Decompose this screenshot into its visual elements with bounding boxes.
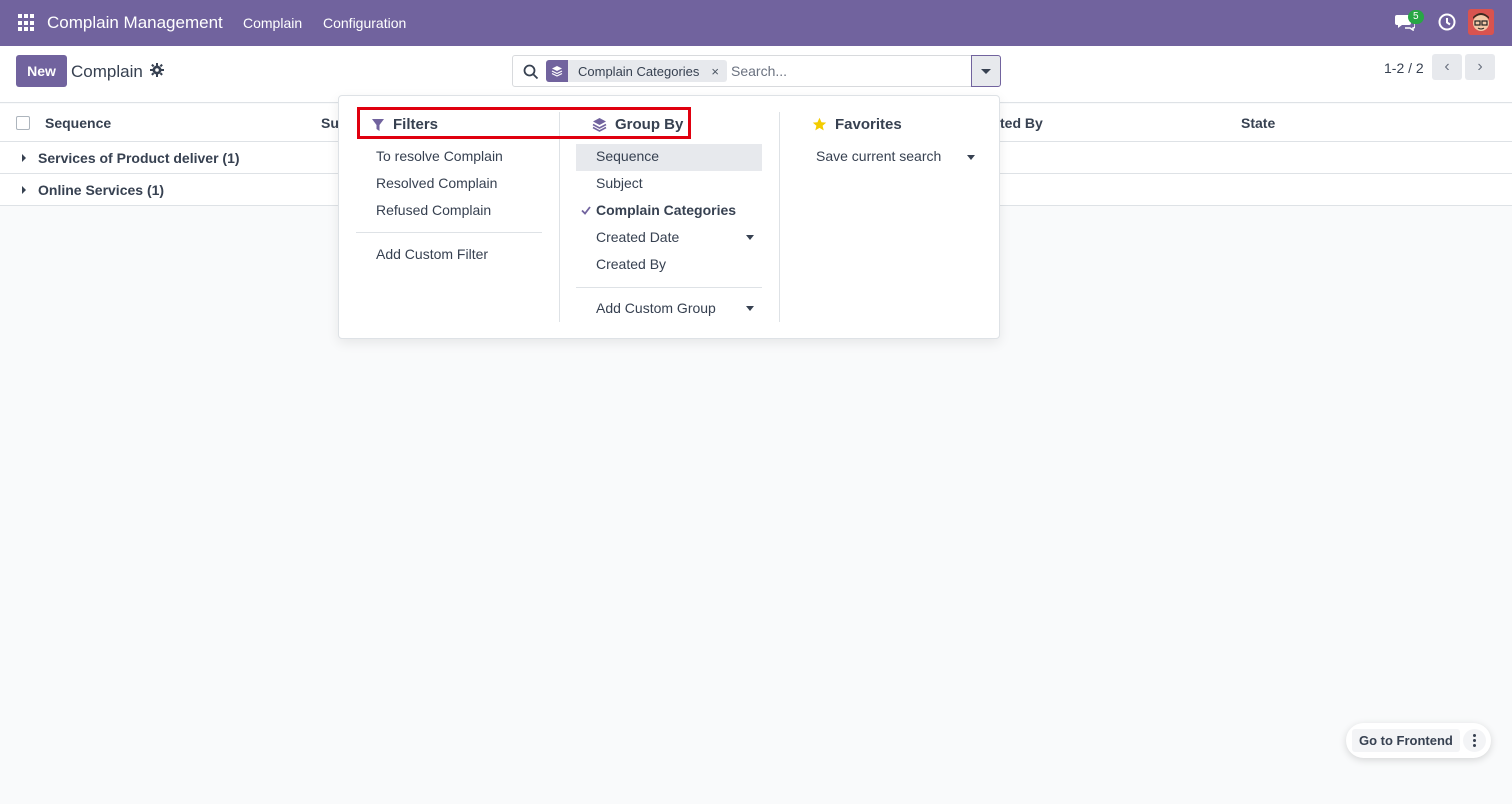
breadcrumb: Complain (71, 62, 143, 81)
facet-label: Complain Categories (578, 63, 700, 79)
group-label: Online Services (1) (38, 182, 165, 198)
groupby-created-date[interactable]: Created Date (596, 229, 679, 245)
pager-value[interactable]: 1-2 / 2 (1384, 60, 1424, 76)
groupby-created-by[interactable]: Created By (596, 256, 666, 272)
groupby-sequence[interactable]: Sequence (576, 144, 762, 171)
menu-complain[interactable]: Complain (243, 15, 302, 31)
layers-icon (592, 118, 607, 132)
caret-down-icon (981, 68, 991, 74)
pager-next-button[interactable]: › (1465, 54, 1495, 80)
apps-grid-icon[interactable] (18, 14, 36, 32)
column-state[interactable]: State (1241, 115, 1275, 131)
groupby-subject[interactable]: Subject (596, 175, 643, 191)
facet-remove-icon[interactable]: × (707, 64, 727, 79)
top-navbar: Complain Management Complain Configurati… (0, 0, 1512, 46)
group-label: Services of Product deliver (1) (38, 150, 240, 166)
select-all-checkbox[interactable] (16, 116, 30, 130)
favorites-title-label: Favorites (835, 116, 902, 133)
star-icon (812, 117, 827, 131)
menu-configuration[interactable]: Configuration (323, 15, 406, 31)
floating-actions: Go to Frontend (1346, 723, 1491, 758)
caret-down-icon[interactable] (967, 155, 975, 160)
column-sequence[interactable]: Sequence (45, 115, 111, 131)
groupby-complain-categories[interactable]: Complain Categories (596, 202, 736, 218)
go-to-frontend-button[interactable]: Go to Frontend (1352, 729, 1460, 752)
search-icon (523, 64, 539, 80)
groupby-divider (576, 287, 762, 288)
gear-icon[interactable] (150, 63, 164, 77)
filter-resolved[interactable]: Resolved Complain (376, 175, 497, 191)
filters-title-label: Filters (393, 116, 439, 133)
groupby-title: Group By (592, 116, 683, 133)
column-subject[interactable]: Su (321, 115, 339, 131)
search-input[interactable] (731, 61, 961, 81)
search-bar: Complain Categories × (512, 55, 1001, 87)
check-icon (581, 206, 591, 215)
column-created-by[interactable]: ted By (1000, 115, 1043, 131)
more-options-icon[interactable] (1463, 729, 1486, 752)
caret-right-icon (22, 154, 26, 162)
filter-icon (372, 118, 384, 131)
clock-icon[interactable] (1438, 13, 1456, 31)
app-brand[interactable]: Complain Management (47, 13, 223, 33)
filter-to-resolve[interactable]: To resolve Complain (376, 148, 503, 164)
filter-refused[interactable]: Refused Complain (376, 202, 491, 218)
favorites-title: Favorites (812, 116, 902, 133)
add-custom-filter[interactable]: Add Custom Filter (376, 246, 488, 262)
groupby-title-label: Group By (615, 116, 684, 133)
column-divider (779, 112, 780, 322)
filters-divider (356, 232, 542, 233)
layers-icon (546, 60, 568, 82)
caret-down-icon[interactable] (746, 235, 754, 240)
search-panel-toggle-button[interactable] (971, 55, 1001, 87)
user-avatar[interactable] (1468, 9, 1494, 35)
chat-badge: 5 (1408, 10, 1424, 24)
new-button[interactable]: New (16, 55, 67, 87)
add-custom-group[interactable]: Add Custom Group (596, 300, 716, 316)
caret-down-icon[interactable] (746, 306, 754, 311)
filters-title: Filters (371, 116, 438, 133)
save-current-search[interactable]: Save current search (816, 148, 941, 164)
caret-right-icon (22, 186, 26, 194)
pager-previous-button[interactable]: ‹ (1432, 54, 1462, 80)
search-facet: Complain Categories × (546, 60, 727, 82)
column-divider (559, 112, 560, 322)
search-options-dropdown: Filters To resolve Complain Resolved Com… (338, 95, 1000, 339)
